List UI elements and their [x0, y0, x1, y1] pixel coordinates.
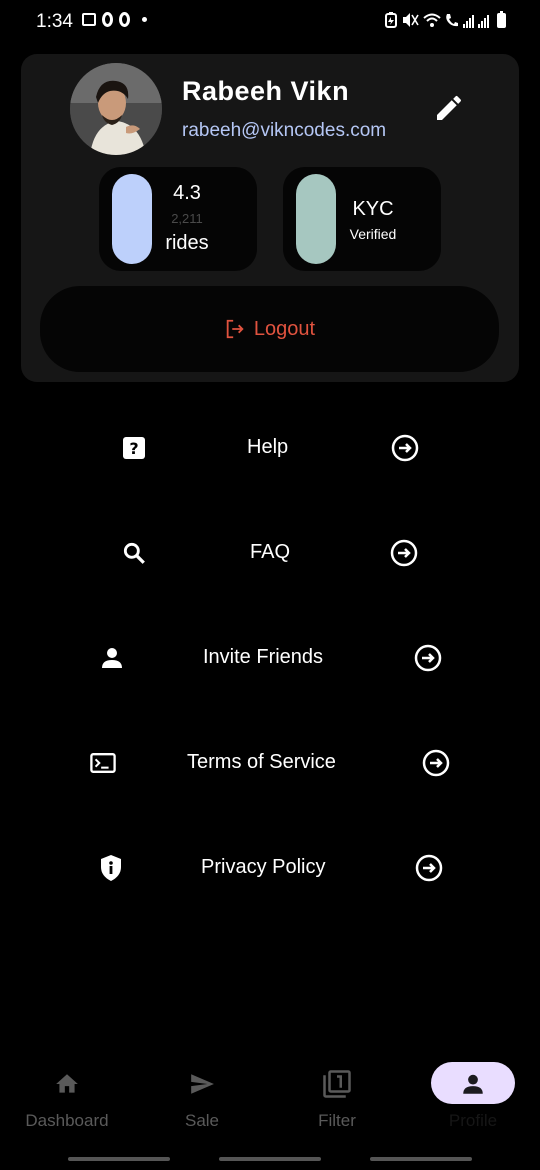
terminal-icon	[90, 750, 116, 776]
nav-item-filter[interactable]: Filter	[272, 1063, 402, 1143]
rides-stat-card: 4.3 2,211 rides	[99, 167, 257, 271]
kyc-status: Verified	[349, 226, 397, 242]
nav-label-profile: Profile	[448, 1111, 498, 1130]
menu-item-invite-friends[interactable]: Invite Friends	[0, 627, 540, 687]
arrow-circle-right-icon	[415, 854, 443, 882]
arrow-circle-right-icon	[391, 434, 419, 462]
menu-label-faq: FAQ	[250, 541, 291, 563]
profile-email: rabeeh@vikncodes.com	[182, 120, 387, 141]
avatar-image	[70, 63, 162, 155]
nav-label-sale: Sale	[184, 1111, 220, 1130]
send-icon	[182, 1068, 222, 1100]
menu-item-privacy-policy[interactable]: Privacy Policy	[0, 837, 540, 897]
menu-label-help: Help	[247, 436, 289, 458]
battery-saver-icon	[385, 12, 397, 28]
pencil-icon	[437, 95, 462, 120]
rating-value: 4.3	[173, 182, 201, 204]
kyc-pill	[296, 174, 336, 264]
system-icons	[385, 11, 506, 28]
gallery-icon	[82, 13, 96, 26]
arrow-circle-right-icon	[390, 539, 418, 567]
svg-text:?: ?	[129, 439, 138, 458]
logout-label: Logout	[253, 317, 316, 340]
nav-item-dashboard[interactable]: Dashboard	[2, 1063, 132, 1143]
battery-icon	[497, 11, 506, 28]
logout-icon	[226, 319, 244, 339]
more-notifications-icon	[142, 17, 147, 22]
logout-button[interactable]: Logout	[40, 286, 499, 372]
status-time: 1:34	[36, 11, 73, 32]
signal-icon	[463, 12, 474, 28]
menu-item-help[interactable]: ? Help	[0, 417, 540, 477]
avatar[interactable]	[70, 63, 162, 155]
gesture-bar	[370, 1157, 472, 1161]
app-notification-icon	[102, 12, 113, 27]
mute-icon	[403, 13, 419, 27]
search-icon	[121, 540, 147, 566]
menu-label-privacy-policy: Privacy Policy	[201, 856, 326, 878]
gesture-bar	[68, 1157, 170, 1161]
status-bar: 1:34	[0, 0, 540, 42]
profile-name: Rabeeh Vikn	[182, 76, 350, 106]
arrow-circle-right-icon	[422, 749, 450, 777]
menu-item-faq[interactable]: FAQ	[0, 522, 540, 582]
nav-item-sale[interactable]: Sale	[137, 1063, 267, 1143]
menu-label-terms-of-service: Terms of Service	[187, 751, 336, 773]
nav-label-filter: Filter	[318, 1111, 356, 1130]
filter-1-icon	[317, 1068, 357, 1100]
person-icon	[99, 645, 125, 671]
signal-icon	[478, 12, 489, 28]
rides-count: 2,211	[171, 211, 203, 226]
notification-icons	[82, 12, 147, 27]
profile-card: Rabeeh Vikn rabeeh@vikncodes.com 4.3 2,2…	[21, 54, 519, 382]
home-icon	[47, 1068, 87, 1100]
kyc-stat-card: KYC Verified	[283, 167, 441, 271]
rides-pill	[112, 174, 152, 264]
menu-item-terms-of-service[interactable]: Terms of Service	[0, 732, 540, 792]
menu-label-invite-friends: Invite Friends	[203, 646, 324, 668]
wifi-icon	[423, 13, 441, 27]
person-icon	[453, 1068, 493, 1100]
rides-label: rides	[165, 232, 209, 254]
shield-info-icon	[98, 855, 124, 881]
nav-label-dashboard: Dashboard	[25, 1111, 109, 1130]
app-notification-icon	[119, 12, 130, 27]
nav-item-profile[interactable]: Profile	[408, 1063, 538, 1143]
help-icon: ?	[121, 435, 147, 461]
kyc-title: KYC	[352, 198, 394, 220]
edit-profile-button[interactable]	[431, 90, 467, 126]
gesture-bar	[219, 1157, 321, 1161]
arrow-circle-right-icon	[414, 644, 442, 672]
call-icon	[446, 14, 458, 27]
